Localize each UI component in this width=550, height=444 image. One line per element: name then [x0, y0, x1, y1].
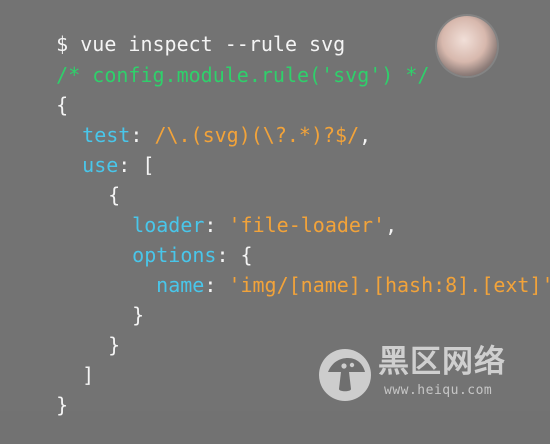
watermark-url: www.heiqu.com [384, 383, 493, 398]
close-brace-line: } [8, 366, 68, 444]
name-line: name: 'img/[name].[hash:8].[ext]' [108, 246, 550, 324]
name-colon: : [204, 273, 229, 297]
array-close-bracket: ] [82, 363, 95, 387]
watermark-title: 黑区网络 [378, 344, 506, 380]
use-bracket: : [ [118, 153, 155, 177]
site-watermark: 黑区网络 www.heiqu.com [318, 344, 546, 406]
test-comma: , [359, 123, 372, 147]
name-key: name [156, 273, 205, 297]
name-value: 'img/[name].[hash:8].[ext]' [228, 273, 550, 297]
user-avatar [437, 16, 497, 76]
options-close-brace: } [132, 303, 145, 327]
object-close-brace: } [108, 333, 121, 357]
rule-comment: /* config.module.rule('svg') */ [56, 63, 430, 87]
mushroom-logo-icon [319, 349, 371, 401]
test-regex: /\.(svg)(\?.*)?$/ [154, 123, 360, 147]
close-brace: } [56, 393, 69, 417]
loader-comma: , [385, 213, 398, 237]
